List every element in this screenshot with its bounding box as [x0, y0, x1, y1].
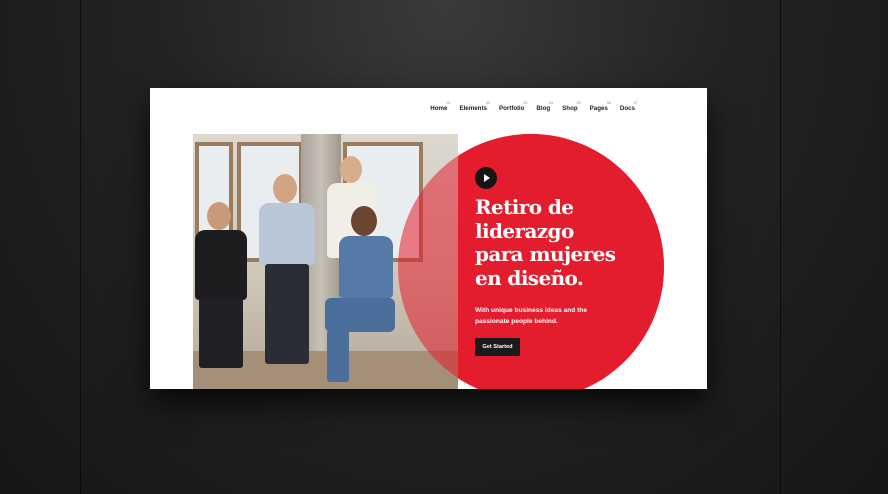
nav-item-docs[interactable]: 07 Docs	[619, 101, 638, 112]
nav-item-home[interactable]: 01 Home	[430, 101, 451, 112]
nav-item-label: Docs	[619, 105, 635, 112]
hero-headline: Retiro de liderazgo para mujeres en dise…	[475, 195, 645, 290]
stage-divider-left	[80, 0, 81, 494]
nav-item-number: 01	[446, 101, 451, 105]
nav-item-shop[interactable]: 05 Shop	[562, 101, 580, 112]
hero-subtitle-line: passionate people behind.	[475, 318, 558, 325]
nav-item-pages[interactable]: 06 Pages	[589, 101, 611, 112]
nav-item-label: Pages	[589, 105, 608, 112]
photo-person	[255, 174, 317, 384]
nav-item-number: 05	[576, 101, 581, 105]
nav-item-elements[interactable]: 02 Elements	[459, 101, 490, 112]
nav-item-number: 06	[606, 101, 611, 105]
hero-subtitle-line: With unique business ideas and the	[475, 307, 588, 314]
nav-item-portfolio[interactable]: 03 Portfolio	[498, 101, 528, 112]
nav-item-label: Home	[430, 105, 448, 112]
stage-divider-right	[780, 0, 781, 494]
nav-item-number: 02	[485, 101, 490, 105]
photo-person	[195, 202, 251, 389]
hero-headline-line: Retiro de	[475, 195, 574, 219]
play-video-button[interactable]	[475, 167, 497, 189]
nav-item-blog[interactable]: 04 Blog	[536, 101, 554, 112]
get-started-button[interactable]: Get Started	[475, 338, 520, 356]
main-navigation: 01 Home 02 Elements 03 Portfolio 04 Blog…	[430, 101, 638, 112]
nav-item-label: Elements	[459, 105, 487, 112]
hero-subtitle: With unique business ideas and the passi…	[475, 305, 605, 327]
hero-headline-line: en diseño.	[475, 265, 584, 290]
hero-headline-line: liderazgo	[475, 218, 574, 243]
hero-headline-line: para mujeres	[475, 242, 616, 266]
nav-item-label: Portfolio	[498, 105, 525, 112]
nav-item-label: Blog	[536, 105, 551, 112]
nav-item-number: 04	[549, 101, 554, 105]
nav-item-label: Shop	[562, 105, 578, 112]
play-icon	[484, 174, 490, 182]
nav-item-number: 03	[523, 101, 528, 105]
nav-item-number: 07	[634, 101, 638, 105]
website-preview-card: 01 Home 02 Elements 03 Portfolio 04 Blog…	[150, 88, 707, 389]
